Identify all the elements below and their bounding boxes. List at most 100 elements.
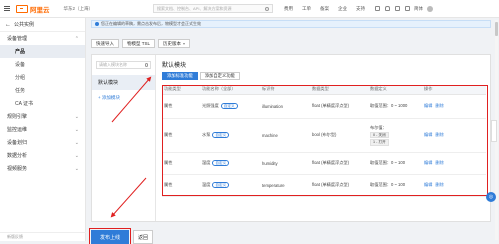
publish-button[interactable]: 发布上线 xyxy=(89,228,131,244)
chevron-down-icon: ⌄ xyxy=(74,165,79,172)
edit-link[interactable]: 编辑 xyxy=(424,160,432,165)
sidebar-item-ca-cert[interactable]: CA 证书 xyxy=(0,97,85,110)
sidebar-group-monitoring[interactable]: 监控运维 ⌄ xyxy=(0,123,85,136)
cell-ops: 编辑 删除 xyxy=(422,94,486,119)
add-module-link[interactable]: + 添加模块 xyxy=(92,95,155,101)
module-search-input[interactable]: 请输入模块名称 xyxy=(96,61,151,69)
module-title: 默认模块 xyxy=(162,63,187,69)
quick-import-button[interactable]: 快速导入 xyxy=(91,39,119,48)
sidebar-group-label: 规则引擎 xyxy=(7,114,28,120)
add-standard-function-button[interactable]: 添加标准功能 xyxy=(162,72,198,80)
cell-definition: 布尔值： 0 - 关闭 1 - 打开 xyxy=(368,118,422,153)
col-header-ops: 操作 xyxy=(422,85,486,95)
sidebar-group-rule-engine[interactable]: 规则引擎 ⌄ xyxy=(0,110,85,123)
sidebar-item-label: 设备 xyxy=(15,62,26,68)
top-link-enterprise[interactable]: 企业 xyxy=(338,6,347,12)
cell-type: 属性 xyxy=(162,94,200,119)
sidebar-group-device-management[interactable]: 设备管理 ⌃ xyxy=(0,32,85,45)
add-custom-function-button[interactable]: 添加自定义功能 xyxy=(199,72,240,80)
top-link-fees[interactable]: 费用 xyxy=(284,6,293,12)
cell-ops: 编辑 删除 xyxy=(422,152,486,175)
search-icon[interactable] xyxy=(144,63,148,67)
feedback-link[interactable]: 新版反馈 xyxy=(0,232,86,241)
footer-actions: 发布上线 返回 xyxy=(89,228,153,244)
sidebar-item-label: 任务 xyxy=(15,88,26,94)
back-button[interactable]: 返回 xyxy=(133,230,153,244)
cart-icon[interactable] xyxy=(395,6,401,11)
delete-link[interactable]: 删除 xyxy=(435,132,443,137)
table-row: 属性 温度 自定义 temperature float (单精度浮点型) 取值范围… xyxy=(162,174,486,197)
cell-ops: 编辑 删除 xyxy=(422,118,486,153)
delete-link[interactable]: 删除 xyxy=(435,160,443,165)
cell-identifier: machine xyxy=(260,118,310,153)
sidebar-group-data-analysis[interactable]: 数据分析 ⌄ xyxy=(0,149,85,162)
search-icon[interactable] xyxy=(265,6,270,11)
custom-badge: 自定义 xyxy=(220,102,238,110)
edit-link[interactable]: 编辑 xyxy=(424,103,432,108)
history-version-button[interactable]: 历史版本 ▾ xyxy=(158,39,191,48)
module-item-default[interactable]: 默认模块 xyxy=(92,75,155,90)
scrollbar-thumb[interactable] xyxy=(495,22,498,36)
sidebar-group-video[interactable]: 视频服务 ⌄ xyxy=(0,162,85,175)
table-row: 属性 光照强度 自定义 illumination float (单精度浮点型) 取… xyxy=(162,94,486,119)
feedback-label: 新版反馈 xyxy=(7,234,23,239)
toolbar: 快速导入 物模型 TSL 历史版本 ▾ xyxy=(91,39,191,48)
language-selector[interactable]: 简体 xyxy=(414,6,423,12)
chevron-down-icon: ⌄ xyxy=(74,139,79,146)
cell-dtype: float (单精度浮点型) xyxy=(310,152,368,175)
feedback-side-tab[interactable] xyxy=(491,120,497,142)
sidebar-group-label: 数据分析 xyxy=(7,153,28,159)
sidebar-back-link[interactable]: ← 公共实例 xyxy=(0,18,85,32)
top-link-tickets[interactable]: 工单 xyxy=(302,6,311,12)
sidebar-item-device[interactable]: 设备 xyxy=(0,58,85,71)
cell-definition: 取值范围：0 ~ 1000 xyxy=(368,94,422,119)
button-label: 物模型 TSL xyxy=(127,40,151,46)
custom-badge: 自定义 xyxy=(212,159,230,167)
logo[interactable]: 阿里云 xyxy=(16,4,50,14)
cell-name: 湿度 自定义 xyxy=(200,152,260,175)
cell-identifier: humidity xyxy=(260,152,310,175)
function-tabs: 添加标准功能 添加自定义功能 xyxy=(162,72,240,80)
chevron-down-icon: ⌄ xyxy=(74,113,79,120)
sidebar-group-device-assign[interactable]: 设备划归 ⌄ xyxy=(0,136,85,149)
delete-link[interactable]: 删除 xyxy=(435,103,443,108)
bool-true-value: 1 - 打开 xyxy=(370,139,389,146)
sidebar: ← 公共实例 设备管理 ⌃ 产品 设备 分组 任务 CA 证书 规则引擎 ⌄ 监… xyxy=(0,18,86,241)
top-link-filing[interactable]: 备案 xyxy=(320,6,329,12)
col-header-type[interactable]: 功能类型 xyxy=(162,85,200,95)
chat-help-icon[interactable]: ◎ xyxy=(486,192,496,202)
global-search-input[interactable]: 搜索文档、控制台、API、解决方案和资源 xyxy=(153,4,274,13)
top-links: 费用 工单 备案 企业 支持 xyxy=(284,6,365,12)
cell-definition: 取值范围：0 ~ 100 xyxy=(368,174,422,197)
top-bar: 阿里云 华东2（上海） 搜索文档、控制台、API、解决方案和资源 费用 工单 备… xyxy=(0,0,499,18)
function-name: 水泵 xyxy=(202,131,211,137)
tsl-button[interactable]: 物模型 TSL xyxy=(122,39,156,48)
table-row: 属性 湿度 自定义 humidity float (单精度浮点型) 取值范围：0 … xyxy=(162,152,486,175)
sidebar-item-group[interactable]: 分组 xyxy=(0,71,85,84)
cloud-shell-icon[interactable] xyxy=(375,6,381,11)
back-arrow-icon: ← xyxy=(5,21,11,28)
avatar[interactable] xyxy=(427,5,434,12)
help-icon[interactable] xyxy=(405,6,411,11)
col-header-name[interactable]: 功能名称（全部） xyxy=(200,85,260,95)
edit-link[interactable]: 编辑 xyxy=(424,182,432,187)
chevron-up-icon: ⌃ xyxy=(74,35,79,42)
module-list: 请输入模块名称 默认模块 + 添加模块 xyxy=(92,55,156,221)
cell-ops: 编辑 删除 xyxy=(422,174,486,197)
function-name: 光照强度 xyxy=(202,102,219,108)
col-header-dtype: 数据类型 xyxy=(310,85,368,95)
sidebar-item-product[interactable]: 产品 xyxy=(0,45,85,58)
edit-link[interactable]: 编辑 xyxy=(424,132,432,137)
region-selector[interactable]: 华东2（上海） xyxy=(64,6,94,12)
module-search-placeholder: 请输入模块名称 xyxy=(99,62,127,67)
col-header-definition: 数据定义 xyxy=(368,85,422,95)
menu-icon[interactable] xyxy=(0,0,14,18)
sidebar-item-task[interactable]: 任务 xyxy=(0,84,85,97)
custom-badge: 自定义 xyxy=(212,181,230,189)
table-row: 属性 水泵 自定义 machine bool (布尔型) 布尔值： 0 - 关闭 … xyxy=(162,118,486,153)
bell-icon[interactable] xyxy=(385,6,391,11)
delete-link[interactable]: 删除 xyxy=(435,182,443,187)
aliyun-logo-icon xyxy=(16,4,28,13)
cell-dtype: float (单精度浮点型) xyxy=(310,174,368,197)
top-link-support[interactable]: 支持 xyxy=(356,6,365,12)
